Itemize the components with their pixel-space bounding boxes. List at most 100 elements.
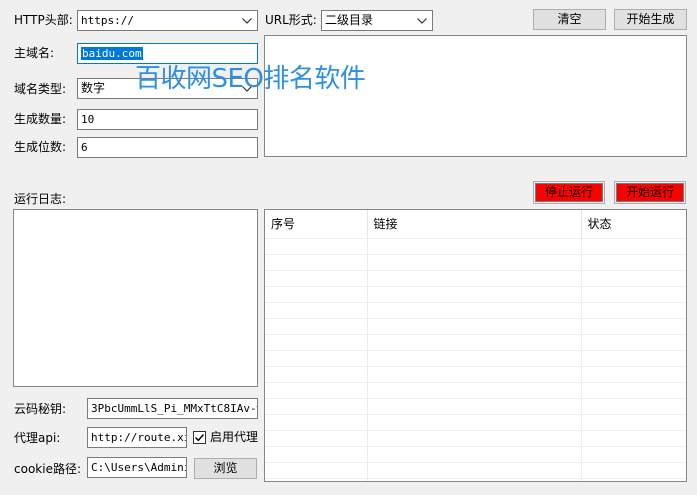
table-cell xyxy=(581,381,686,398)
proxy-api-label: 代理api: xyxy=(14,431,61,445)
table-cell xyxy=(581,301,686,318)
chevron-down-icon xyxy=(240,11,254,30)
table-cell xyxy=(265,269,368,286)
results-table[interactable]: 序号 链接 状态 xyxy=(264,209,687,482)
table-cell xyxy=(581,365,686,382)
table-cell xyxy=(265,317,368,334)
table-cell xyxy=(265,301,368,318)
table-cell xyxy=(265,253,368,270)
generate-digits-label: 生成位数: xyxy=(14,140,67,154)
stop-run-button[interactable]: 停止运行 xyxy=(533,181,605,204)
table-row[interactable] xyxy=(265,445,686,462)
table-cell xyxy=(581,445,686,462)
table-cell xyxy=(367,397,582,414)
table-cell xyxy=(581,477,686,481)
checkmark-icon[interactable] xyxy=(193,430,206,444)
http-header-value: https:// xyxy=(81,14,134,27)
table-cell xyxy=(367,429,582,446)
table-cell xyxy=(265,285,368,302)
generate-digits-input[interactable]: 6 xyxy=(77,137,258,158)
table-header-row: 序号 链接 状态 xyxy=(265,210,686,238)
domain-type-select[interactable]: 数字 xyxy=(77,78,258,99)
table-row[interactable] xyxy=(265,269,686,286)
enable-proxy-label: 启用代理 xyxy=(210,430,259,444)
http-header-select[interactable]: https:// xyxy=(77,10,258,31)
table-cell xyxy=(265,413,368,430)
table-cell xyxy=(265,349,368,366)
table-row[interactable] xyxy=(265,301,686,318)
table-cell xyxy=(367,333,582,350)
browse-button[interactable]: 浏览 xyxy=(194,458,257,479)
table-cell xyxy=(265,237,368,254)
chevron-down-icon xyxy=(240,79,254,98)
start-run-button[interactable]: 开始运行 xyxy=(614,181,686,204)
table-row[interactable] xyxy=(265,397,686,414)
table-cell xyxy=(581,333,686,350)
table-cell xyxy=(367,285,582,302)
table-cell xyxy=(367,237,582,254)
cookie-path-label: cookie路径: xyxy=(14,462,81,476)
table-cell xyxy=(581,285,686,302)
start-generate-button[interactable]: 开始生成 xyxy=(614,9,687,30)
url-form-value: 二级目录 xyxy=(325,13,374,27)
table-cell xyxy=(367,477,582,481)
table-cell xyxy=(367,413,582,430)
table-cell xyxy=(265,445,368,462)
table-row[interactable] xyxy=(265,429,686,446)
table-row[interactable] xyxy=(265,237,686,254)
table-cell xyxy=(581,413,686,430)
table-cell xyxy=(581,461,686,478)
table-row[interactable] xyxy=(265,461,686,478)
url-form-select[interactable]: 二级目录 xyxy=(321,10,433,31)
captcha-key-input[interactable]: 3PbcUmmLlS_Pi_MMxTtC8IAv-wTr xyxy=(87,398,258,419)
table-cell xyxy=(581,397,686,414)
table-cell xyxy=(265,397,368,414)
enable-proxy-checkbox[interactable]: 启用代理 xyxy=(193,429,258,445)
table-row[interactable] xyxy=(265,349,686,366)
table-cell xyxy=(265,333,368,350)
cookie-path-input[interactable]: C:\Users\Adminis xyxy=(87,457,187,478)
column-header-index[interactable]: 序号 xyxy=(265,210,368,238)
chevron-down-icon xyxy=(415,11,429,30)
main-domain-input[interactable]: baidu.com xyxy=(77,43,258,64)
clear-button[interactable]: 清空 xyxy=(533,9,606,30)
column-header-link[interactable]: 链接 xyxy=(367,210,582,238)
table-row[interactable] xyxy=(265,413,686,430)
table-cell xyxy=(581,317,686,334)
table-row[interactable] xyxy=(265,253,686,270)
run-log-label: 运行日志: xyxy=(14,192,67,206)
table-cell xyxy=(367,301,582,318)
captcha-key-label: 云码秘钥: xyxy=(14,402,67,416)
table-cell xyxy=(367,381,582,398)
table-row[interactable] xyxy=(265,477,686,481)
table-cell xyxy=(265,365,368,382)
table-cell xyxy=(367,253,582,270)
column-header-status[interactable]: 状态 xyxy=(581,210,686,238)
table-cell xyxy=(265,381,368,398)
results-grid: 序号 链接 状态 xyxy=(265,210,686,481)
table-cell xyxy=(367,349,582,366)
table-cell xyxy=(367,317,582,334)
main-domain-label: 主域名: xyxy=(14,46,55,60)
main-domain-value: baidu.com xyxy=(81,47,143,60)
table-cell xyxy=(581,429,686,446)
run-log-area[interactable] xyxy=(13,209,258,387)
table-row[interactable] xyxy=(265,317,686,334)
table-row[interactable] xyxy=(265,333,686,350)
generate-count-label: 生成数量: xyxy=(14,112,67,126)
table-cell xyxy=(265,429,368,446)
generate-count-input[interactable]: 10 xyxy=(77,109,258,130)
table-cell xyxy=(265,477,368,481)
table-cell xyxy=(367,365,582,382)
table-row[interactable] xyxy=(265,285,686,302)
table-row[interactable] xyxy=(265,365,686,382)
table-cell xyxy=(367,269,582,286)
domain-type-label: 域名类型: xyxy=(14,82,67,96)
table-cell xyxy=(581,269,686,286)
table-cell xyxy=(265,461,368,478)
generated-output-area[interactable] xyxy=(264,35,687,157)
table-row[interactable] xyxy=(265,381,686,398)
proxy-api-input[interactable]: http://route.xic xyxy=(87,427,187,448)
url-form-label: URL形式: xyxy=(265,13,317,27)
http-header-label: HTTP头部: xyxy=(14,13,73,27)
